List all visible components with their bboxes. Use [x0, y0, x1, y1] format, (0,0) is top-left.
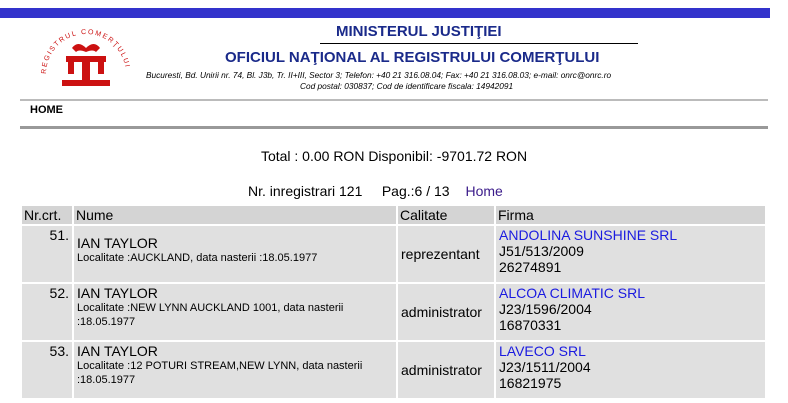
table-row: 51. IAN TAYLOR Localitate :AUCKLAND, dat…	[22, 226, 765, 282]
person-details: Localitate :NEW LYNN AUCKLAND 1001, data…	[77, 302, 344, 328]
table-row: 53. IAN TAYLOR Localitate :12 POTURI STR…	[22, 342, 765, 398]
row-number: 53.	[22, 342, 72, 398]
title-divider	[320, 43, 638, 44]
balance-summary: Total : 0.00 RON Disponibil: -9701.72 RO…	[260, 148, 528, 164]
person-cell: IAN TAYLOR Localitate :12 POTURI STREAM,…	[74, 342, 396, 398]
company-link[interactable]: ANDOLINA SUNSHINE SRL	[499, 227, 762, 243]
page-indicator: Pag.:6 / 13	[381, 183, 450, 199]
company-link[interactable]: LAVECO SRL	[499, 343, 762, 359]
ministry-title: MINISTERUL JUSTIŢIEI	[336, 23, 502, 40]
company-link[interactable]: ALCOA CLIMATIC SRL	[499, 285, 762, 301]
col-calitate: Calitate	[398, 206, 494, 224]
person-name: IAN TAYLOR	[77, 235, 158, 251]
company-cui: 26274891	[499, 259, 562, 275]
company-reg-number: J23/1511/2004	[499, 359, 591, 375]
person-details: Localitate :AUCKLAND, data nasterii :18.…	[77, 252, 318, 264]
nav-divider-bottom	[20, 126, 768, 129]
row-number: 52.	[22, 284, 72, 340]
col-firma: Firma	[496, 206, 765, 224]
nav-home-link[interactable]: HOME	[30, 104, 63, 116]
address-line: Bucuresti, Bd. Unirii nr. 74, Bl. J3b, T…	[146, 70, 612, 80]
company-cell: ALCOA CLIMATIC SRL J23/1596/2004 1687033…	[496, 284, 765, 340]
office-title: OFICIUL NAŢIONAL AL REGISTRULUI COMERŢUL…	[225, 49, 600, 66]
record-count: Nr. inregistrari 121	[248, 183, 363, 199]
col-nume: Nume	[74, 206, 396, 224]
company-cui: 16870331	[499, 317, 562, 333]
table-header-row: Nr.crt. Nume Calitate Firma	[22, 206, 765, 224]
fiscal-line: Cod postal: 030837; Cod de identificare …	[300, 81, 514, 91]
role-cell: administrator	[398, 342, 494, 398]
person-cell: IAN TAYLOR Localitate :AUCKLAND, data na…	[74, 226, 396, 282]
top-accent-bar	[0, 8, 770, 18]
company-cui: 16821975	[499, 375, 562, 391]
company-reg-number: J23/1596/2004	[499, 301, 592, 317]
results-table: Nr.crt. Nume Calitate Firma 51. IAN TAYL…	[20, 204, 767, 400]
row-number: 51.	[22, 226, 72, 282]
person-name: IAN TAYLOR	[77, 285, 158, 301]
person-details: Localitate :12 POTURI STREAM,NEW LYNN, d…	[77, 360, 363, 386]
company-cell: LAVECO SRL J23/1511/2004 16821975	[496, 342, 765, 398]
person-name: IAN TAYLOR	[77, 343, 158, 359]
person-cell: IAN TAYLOR Localitate :NEW LYNN AUCKLAND…	[74, 284, 396, 340]
role-cell: administrator	[398, 284, 494, 340]
company-reg-number: J51/513/2009	[499, 243, 584, 259]
company-cell: ANDOLINA SUNSHINE SRL J51/513/2009 26274…	[496, 226, 765, 282]
pagination-bar: Nr. inregistrari 121 Pag.:6 / 13 Home	[248, 183, 503, 199]
onrc-logo-icon: REGISTRUL COMERŢULUI	[41, 29, 129, 86]
pager-home-link[interactable]: Home	[465, 183, 502, 199]
table-row: 52. IAN TAYLOR Localitate :NEW LYNN AUCK…	[22, 284, 765, 340]
role-cell: reprezentant	[398, 226, 494, 282]
col-nr: Nr.crt.	[22, 206, 72, 224]
nav-divider-top	[20, 99, 768, 101]
